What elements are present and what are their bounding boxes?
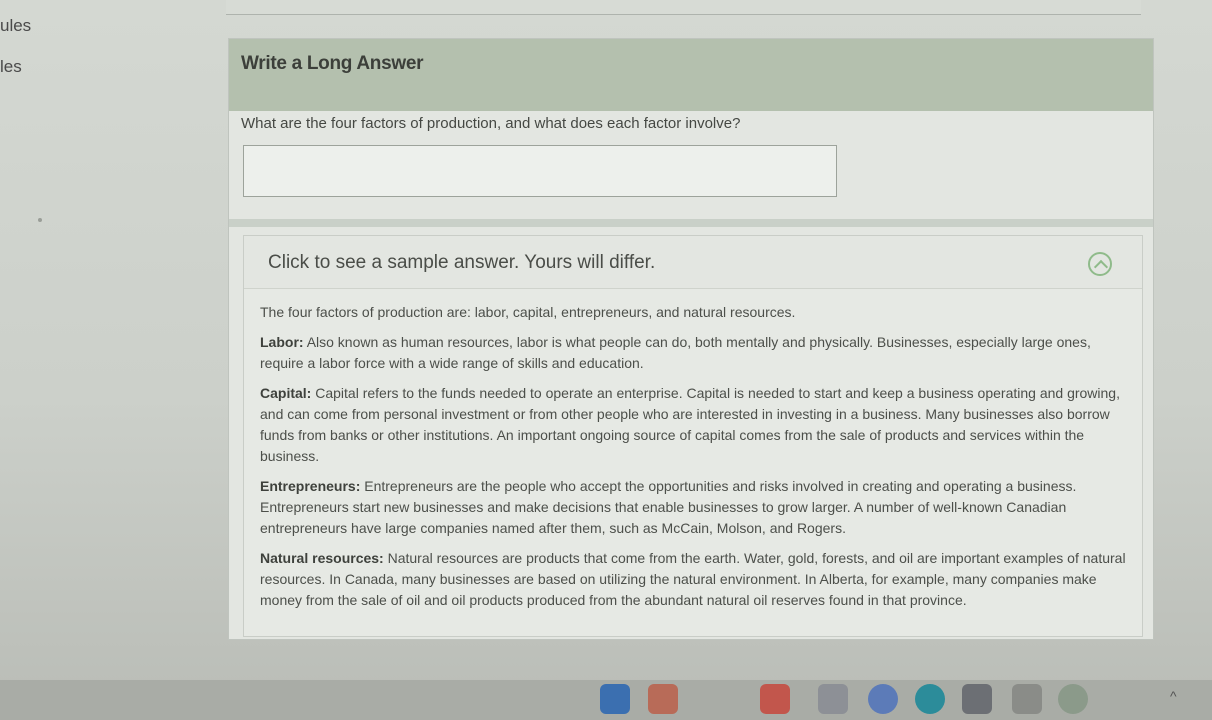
sample-intro: The four factors of production are: labo… [260,304,796,320]
star-icon[interactable] [962,684,992,714]
sample-section-capital: Capital: Capital refers to the funds nee… [260,383,1130,467]
answer-textarea[interactable] [243,145,837,197]
section-heading: Labor: [260,334,304,350]
sample-section-labor: Labor: Also known as human resources, la… [260,332,1130,374]
chevron-up-icon[interactable] [1088,252,1112,276]
card-title: Write a Long Answer [241,53,424,74]
left-sidebar: ules les [0,0,228,680]
section-divider [229,219,1153,227]
word-icon[interactable] [760,684,790,714]
question-text: What are the four factors of production,… [241,115,741,132]
sample-section-entrepreneurs: Entrepreneurs: Entrepreneurs are the peo… [260,476,1130,539]
section-heading: Entrepreneurs: [260,478,361,494]
settings-icon[interactable] [1058,684,1088,714]
sidebar-item-modules[interactable]: ules [0,16,31,36]
long-answer-card: Write a Long Answer What are the four fa… [228,38,1154,640]
sidebar-dot [38,218,42,222]
section-heading: Capital: [260,385,312,401]
section-text: Also known as human resources, labor is … [260,334,1091,371]
section-text: Entrepreneurs are the people who accept … [260,478,1077,536]
tray-caret-icon[interactable]: ^ [1170,688,1177,704]
section-text: Capital refers to the funds needed to op… [260,385,1120,464]
sample-answer-panel: Click to see a sample answer. Yours will… [243,235,1143,637]
section-heading: Natural resources: [260,550,384,566]
card-header: Write a Long Answer [229,39,1153,111]
chrome-icon[interactable] [868,684,898,714]
sidebar-item-files[interactable]: les [0,57,22,77]
section-text: Natural resources are products that come… [260,550,1126,608]
edge-icon[interactable] [915,684,945,714]
sample-answer-toggle-label: Click to see a sample answer. Yours will… [268,252,656,273]
sample-section-natural-resources: Natural resources: Natural resources are… [260,548,1130,611]
photo-icon[interactable] [1012,684,1042,714]
windows-icon[interactable] [600,684,630,714]
sample-answer-toggle[interactable]: Click to see a sample answer. Yours will… [244,236,1142,289]
folder-icon[interactable] [648,684,678,714]
top-toolbar-strip [226,0,1141,15]
app-icon[interactable] [818,684,848,714]
sample-answer-body: The four factors of production are: labo… [260,302,1130,620]
